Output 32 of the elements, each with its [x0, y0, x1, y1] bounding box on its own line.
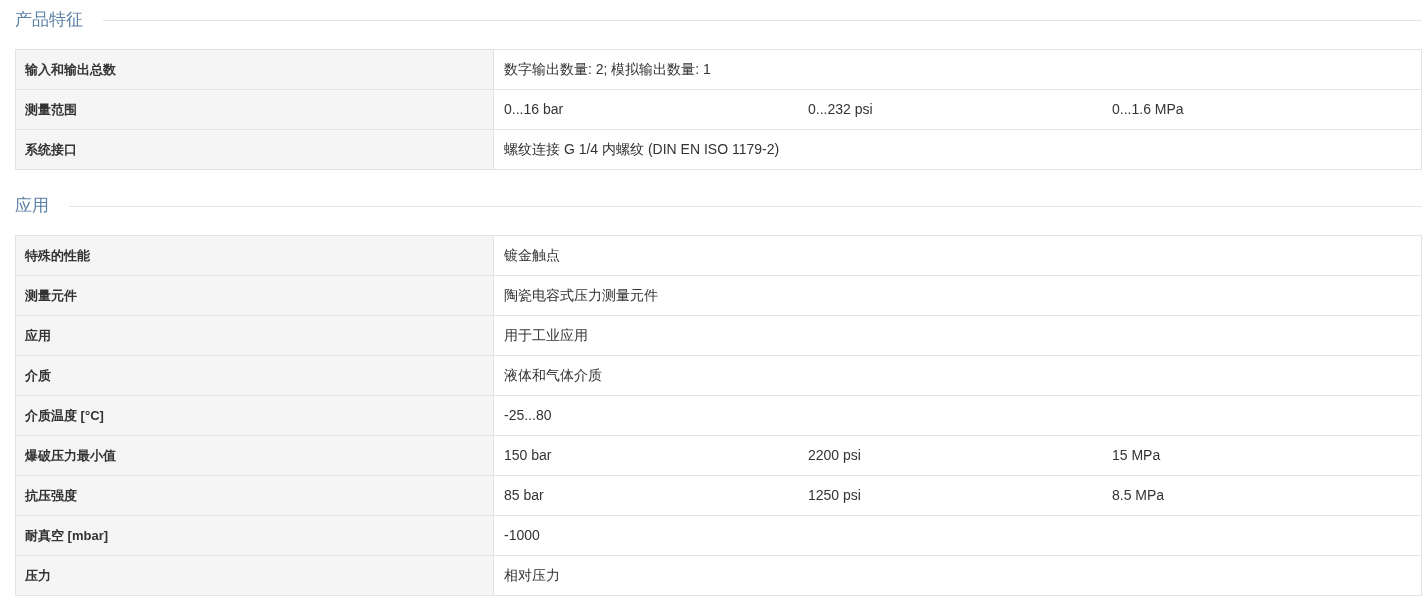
spec-value: 数字输出数量: 2; 模拟输出数量: 1	[504, 60, 711, 79]
section-heading: 应用	[15, 195, 49, 218]
spec-value: 15 MPa	[1112, 446, 1161, 465]
spec-label: 测量范围	[16, 90, 494, 129]
spec-value: 相对压力	[504, 566, 560, 585]
spec-value: 150 bar	[504, 446, 553, 465]
spec-value: 1250 psi	[808, 486, 862, 505]
section-heading: 产品特征	[15, 9, 83, 32]
spec-label: 爆破压力最小值	[16, 436, 494, 475]
spec-label: 系统接口	[16, 130, 494, 169]
spec-label: 测量元件	[16, 276, 494, 315]
spec-label: 耐真空 [mbar]	[16, 516, 494, 555]
spec-value: 螺纹连接 G 1/4 内螺纹 (DIN EN ISO 1179-2)	[504, 140, 780, 159]
spec-label: 介质	[16, 356, 494, 395]
spec-value: 镀金触点	[504, 246, 560, 265]
spec-value: 用于工业应用	[504, 326, 588, 345]
spec-label: 压力	[16, 556, 494, 595]
spec-value: 85 bar	[504, 486, 545, 505]
spec-value: 2200 psi	[808, 446, 862, 465]
spec-value: 陶瓷电容式压力测量元件	[504, 286, 658, 305]
spec-value: 8.5 MPa	[1112, 486, 1165, 505]
spec-value: 0...232 psi	[808, 100, 874, 119]
spec-value: 液体和气体介质	[504, 366, 602, 385]
spec-value: -1000	[504, 526, 540, 545]
spec-value: 0...16 bar	[504, 100, 565, 119]
spec-label: 介质温度 [°C]	[16, 396, 494, 435]
spec-label: 抗压强度	[16, 476, 494, 515]
spec-value: -25...80	[504, 406, 552, 425]
spec-value: 0...1.6 MPa	[1112, 100, 1184, 119]
spec-label: 应用	[16, 316, 494, 355]
spec-label: 输入和输出总数	[16, 50, 494, 89]
spec-label: 特殊的性能	[16, 236, 494, 275]
